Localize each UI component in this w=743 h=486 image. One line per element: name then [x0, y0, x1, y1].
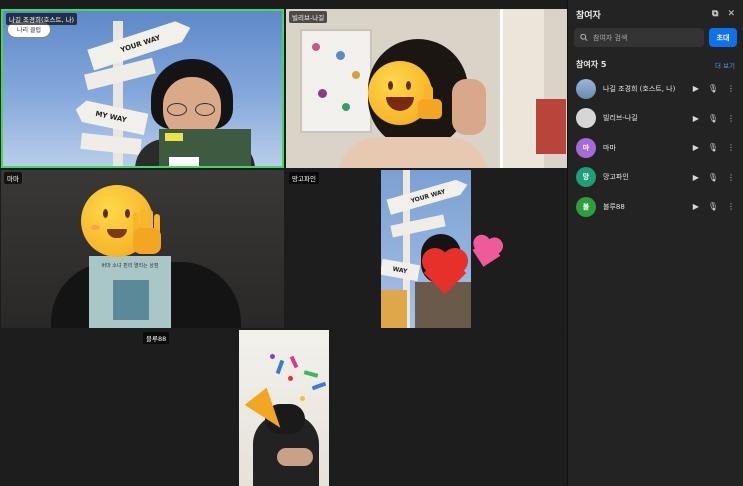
- tile-name-label: 빌리브-나길: [289, 11, 328, 23]
- microphone-icon[interactable]: 🎙: [708, 202, 718, 211]
- video-grid: 나길 조경희(호스트, 나) 나리 클럽 YOUR WAY MY WAY 빌리브…: [0, 0, 567, 486]
- panel-title: 참여자: [576, 10, 601, 21]
- search-box[interactable]: [574, 28, 704, 47]
- participant-row[interactable]: 나길 조경희 (호스트, 나) ▶ 🎙 ⋮: [568, 74, 743, 104]
- avatar: 망: [576, 167, 596, 188]
- panel-header: 참여자 ⧉ ✕: [568, 0, 743, 28]
- participant-name: 빌리브-나길: [603, 114, 638, 123]
- camera-icon[interactable]: ▶: [693, 84, 699, 93]
- participant-row[interactable]: 빌리브-나길 ▶ 🎙 ⋮: [568, 104, 743, 134]
- more-options-icon[interactable]: ⋮: [727, 84, 735, 93]
- microphone-icon[interactable]: 🎙: [708, 173, 718, 182]
- avatar: [576, 78, 596, 99]
- video-tile-host[interactable]: 나길 조경희(호스트, 나) 나리 클럽 YOUR WAY MY WAY: [1, 9, 284, 168]
- participants-panel: 참여자 ⧉ ✕ 초대 참여자 5 더 보기 나길 조경희 (호스트, 나) ▶ 🎙…: [567, 0, 743, 486]
- participant-name: 망고파인: [603, 173, 629, 182]
- participant-row[interactable]: 마 마마 ▶ 🎙 ⋮: [568, 133, 743, 163]
- more-link[interactable]: 더 보기: [715, 60, 735, 70]
- camera-icon[interactable]: ▶: [693, 114, 699, 123]
- person-hand: [452, 79, 486, 135]
- avatar: 마: [576, 137, 596, 158]
- heart-red-icon: [422, 248, 468, 295]
- avatar: [576, 108, 596, 129]
- video-tile-blue88[interactable]: 블루88: [1, 330, 567, 486]
- camera-icon[interactable]: ▶: [693, 143, 699, 152]
- camera-icon[interactable]: ▶: [693, 173, 699, 182]
- tile-name-label: 망고파인: [289, 172, 319, 184]
- tile-name-label: 나길 조경희(호스트, 나): [6, 13, 78, 25]
- sign-your-way: YOUR WAY: [386, 177, 469, 215]
- party-popper-emoji-icon: [244, 350, 338, 437]
- glasses: [163, 103, 221, 117]
- participant-name: 마마: [603, 143, 616, 152]
- search-input[interactable]: [593, 33, 698, 42]
- video-tile-mangopine[interactable]: 망고파인 YOUR WAY WAY: [286, 170, 567, 328]
- invite-button[interactable]: 초대: [709, 28, 737, 47]
- book: [159, 129, 251, 166]
- sign-lower: [80, 132, 142, 156]
- camera-icon[interactable]: ▶: [693, 202, 699, 211]
- person-body: [338, 137, 488, 168]
- thumbs-up-emoji-icon: [418, 85, 444, 121]
- heart-pink-icon: [469, 233, 505, 267]
- video-tile-mama[interactable]: 마마 버마 소녀 핀리 열리는 상점: [1, 170, 284, 328]
- raised-hand-emoji-icon: [131, 209, 165, 256]
- sign-way: WAY: [381, 258, 421, 282]
- participant-list: 나길 조경희 (호스트, 나) ▶ 🎙 ⋮ 빌리브-나길 ▶ 🎙 ⋮ 마 마마 ▶ 🎙 ⋮ …: [568, 74, 743, 222]
- microphone-icon[interactable]: 🎙: [708, 143, 718, 152]
- book: 버마 소녀 핀리 열리는 상점: [89, 256, 171, 328]
- video-tile-believe[interactable]: 빌리브-나길: [286, 9, 567, 168]
- tile-name-label: 블루88: [143, 332, 170, 344]
- book-title: 버마 소녀 핀리 열리는 상점: [101, 263, 159, 269]
- more-options-icon[interactable]: ⋮: [727, 143, 735, 152]
- sign-my-way: MY WAY: [73, 99, 148, 135]
- more-options-icon[interactable]: ⋮: [727, 202, 735, 211]
- more-options-icon[interactable]: ⋮: [727, 173, 735, 182]
- more-options-icon[interactable]: ⋮: [727, 114, 735, 123]
- meeting-app: 나길 조경희(호스트, 나) 나리 클럽 YOUR WAY MY WAY 빌리브…: [0, 0, 743, 486]
- tile-name-label: 마마: [4, 172, 22, 184]
- microphone-icon[interactable]: 🎙: [708, 84, 718, 93]
- shelf-items: [536, 99, 566, 154]
- participant-count: 참여자 5: [576, 60, 607, 69]
- close-icon[interactable]: ✕: [727, 9, 735, 19]
- pop-out-icon[interactable]: ⧉: [712, 9, 718, 19]
- participant-name: 블루88: [603, 202, 625, 211]
- search-row: 초대: [568, 28, 743, 47]
- cloud-text: 나리 클럽: [17, 27, 41, 34]
- search-icon: [580, 33, 588, 42]
- microphone-icon[interactable]: 🎙: [708, 114, 718, 123]
- avatar: 블: [576, 196, 596, 217]
- participant-name: 나길 조경희 (호스트, 나): [603, 84, 676, 93]
- participant-row[interactable]: 블 블루88 ▶ 🎙 ⋮: [568, 192, 743, 222]
- wall-poster: [300, 29, 372, 133]
- participant-row[interactable]: 망 망고파인 ▶ 🎙 ⋮: [568, 163, 743, 193]
- participant-count-row: 참여자 5 더 보기: [568, 47, 743, 74]
